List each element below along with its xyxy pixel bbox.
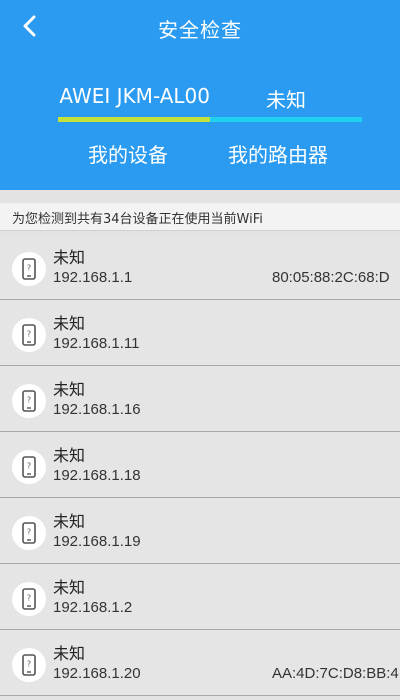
device-row[interactable]: ? 未知 192.168.1.1 80:05:88:2C:68:D bbox=[0, 234, 400, 300]
svg-text:?: ? bbox=[27, 528, 31, 537]
device-ip-label: 192.168.1.1 bbox=[53, 269, 133, 286]
device-ip-label: 192.168.1.2 bbox=[53, 599, 133, 616]
device-ip-label: 192.168.1.19 bbox=[53, 533, 141, 550]
phone-unknown-icon: ? bbox=[12, 516, 46, 550]
device-count-info: 为您检测到共有34台设备正在使用当前WiFi bbox=[0, 203, 400, 231]
device-name-label: 未知 bbox=[53, 248, 86, 267]
phone-unknown-icon: ? bbox=[12, 582, 46, 616]
device-name-label: 未知 bbox=[53, 446, 86, 465]
tab-my-router[interactable]: 我的路由器 bbox=[228, 139, 328, 168]
device-mac-label: 80:05:88:2C:68:D bbox=[272, 269, 390, 286]
device-name-label: 未知 bbox=[53, 578, 86, 597]
device-name-label: 未知 bbox=[53, 644, 86, 663]
phone-unknown-icon: ? bbox=[12, 450, 46, 484]
device-name-label: 未知 bbox=[53, 314, 86, 333]
svg-text:?: ? bbox=[27, 264, 31, 273]
device-row[interactable]: ? 未知 192.168.1.18 bbox=[0, 432, 400, 498]
device-name-label: 未知 bbox=[53, 380, 86, 399]
device-list: ? 未知 192.168.1.1 80:05:88:2C:68:D ? 未知 1… bbox=[0, 234, 400, 700]
device-mac-label: AA:4D:7C:D8:BB:4 bbox=[272, 665, 399, 682]
device-name-label: 未知 bbox=[53, 512, 86, 531]
phone-unknown-icon: ? bbox=[12, 318, 46, 352]
tab-my-devices[interactable]: 我的设备 bbox=[88, 139, 168, 168]
device-ip-label: 192.168.1.11 bbox=[53, 335, 140, 352]
phone-unknown-icon: ? bbox=[12, 252, 46, 286]
device-row[interactable]: ? 未知 192.168.1.16 bbox=[0, 366, 400, 432]
device-row[interactable]: ? 未知 192.168.1.2 bbox=[0, 564, 400, 630]
svg-text:?: ? bbox=[27, 594, 31, 603]
device-ip-label: 192.168.1.20 bbox=[53, 665, 141, 682]
router-name: 未知 bbox=[266, 88, 306, 112]
svg-text:?: ? bbox=[27, 330, 31, 339]
phone-unknown-icon: ? bbox=[12, 648, 46, 682]
svg-text:?: ? bbox=[27, 396, 31, 405]
device-ip-label: 192.168.1.16 bbox=[53, 401, 141, 418]
device-ip-label: 192.168.1.18 bbox=[53, 467, 141, 484]
header: 安全检查 HUAWEI JKM-AL00 未知 我的设备 我的路由器 bbox=[0, 0, 400, 190]
scan-progress-bar bbox=[58, 117, 362, 122]
device-row[interactable]: ? 未知 192.168.1.19 bbox=[0, 498, 400, 564]
device-row[interactable]: ? 未知 192.168.1.20 AA:4D:7C:D8:BB:4 bbox=[0, 630, 400, 696]
device-row[interactable]: ? 未知 192.168.1.11 bbox=[0, 300, 400, 366]
page-title: 安全检查 bbox=[158, 18, 242, 42]
svg-text:?: ? bbox=[27, 660, 31, 669]
phone-unknown-icon: ? bbox=[12, 384, 46, 418]
scan-progress-fill bbox=[58, 117, 210, 122]
svg-text:?: ? bbox=[27, 462, 31, 471]
device-name: HUAWEI JKM-AL00 bbox=[58, 84, 210, 108]
